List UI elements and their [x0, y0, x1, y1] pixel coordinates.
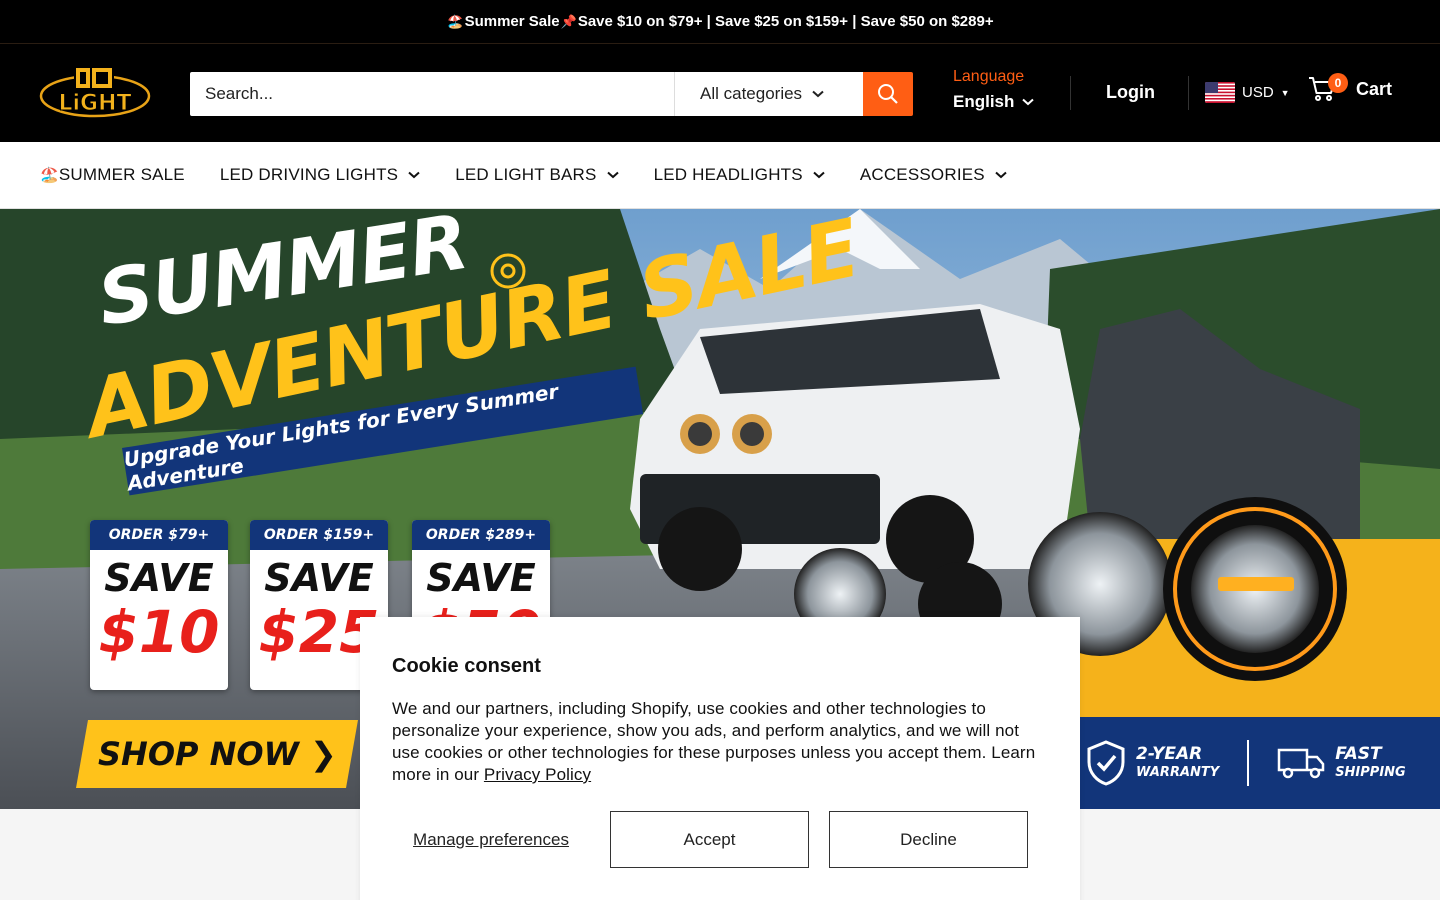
- announcement-text-2: Save $10 on $79+ | Save $25 on $159+ | S…: [577, 13, 994, 30]
- language-value: English: [953, 92, 1015, 111]
- pushpin-icon: 📌: [560, 13, 577, 29]
- warranty-badge: 2-YEAR WARRANTY: [1086, 740, 1219, 786]
- chevron-down-icon: [408, 171, 420, 179]
- svg-text:LiGHT: LiGHT: [58, 91, 131, 116]
- nav-item-summer-sale[interactable]: 🏖️ SUMMER SALE: [40, 165, 185, 185]
- search-bar: All categories: [190, 72, 913, 116]
- site-header: LiGHT All categories Language English Lo…: [0, 44, 1440, 142]
- shop-now-button[interactable]: SHOP NOW ❯: [76, 720, 358, 788]
- offer-save-label: SAVE: [264, 556, 374, 600]
- nav-item-led-driving-lights[interactable]: LED DRIVING LIGHTS: [220, 165, 420, 185]
- shop-now-label: SHOP NOW: [97, 735, 299, 773]
- truck-icon: [1277, 748, 1325, 779]
- badge-line-2: WARRANTY: [1136, 765, 1220, 780]
- offer-save-label: SAVE: [104, 556, 214, 600]
- shipping-badge: FAST SHIPPING: [1277, 745, 1406, 781]
- nav-item-label: ACCESSORIES: [859, 165, 985, 184]
- caret-down-icon: ▼: [1280, 87, 1290, 98]
- category-select-label: All categories: [700, 84, 803, 103]
- cookie-title: Cookie consent: [392, 655, 541, 677]
- offer-card: ORDER $79+ SAVE $10: [90, 520, 228, 690]
- chevron-down-icon: [813, 171, 825, 179]
- badge-line-1: 2-YEAR: [1136, 744, 1203, 764]
- offer-save-label: SAVE: [426, 556, 536, 600]
- category-select[interactable]: All categories: [674, 72, 863, 116]
- cookie-body: We and our partners, including Shopify, …: [392, 698, 1042, 786]
- offer-amount: $10: [98, 598, 220, 666]
- search-button[interactable]: [863, 72, 913, 116]
- trust-badges: 2-YEAR WARRANTY FAST SHIPPING: [1080, 717, 1440, 809]
- offer-threshold: ORDER $159+: [250, 520, 388, 550]
- main-navigation: 🏖️ SUMMER SALE LED DRIVING LIGHTS LED LI…: [0, 142, 1440, 209]
- beach-umbrella-icon: 🏖️: [447, 13, 464, 29]
- us-flag-icon: [1205, 82, 1235, 103]
- divider: [1188, 76, 1189, 110]
- chevron-down-icon: [1022, 98, 1035, 106]
- badge-line-1: FAST: [1335, 744, 1382, 764]
- chevron-down-icon: [812, 90, 824, 98]
- decline-button[interactable]: Decline: [829, 811, 1028, 868]
- announcement-text-1: Summer Sale: [464, 13, 560, 30]
- divider: [1070, 76, 1071, 110]
- cart-count-badge: 0: [1328, 73, 1348, 93]
- site-logo[interactable]: LiGHT: [38, 66, 152, 122]
- currency-value: USD: [1242, 84, 1274, 101]
- offer-threshold: ORDER $289+: [412, 520, 550, 550]
- search-icon: [878, 84, 898, 104]
- shield-check-icon: [1087, 740, 1125, 786]
- nav-item-label: LED HEADLIGHTS: [653, 165, 803, 184]
- language-selector[interactable]: Language English: [953, 68, 1035, 112]
- cart-link[interactable]: 0 Cart: [1308, 73, 1393, 102]
- nav-item-label: SUMMER SALE: [58, 165, 185, 184]
- nav-item-accessories[interactable]: ACCESSORIES: [860, 165, 1007, 185]
- nav-item-label: LED LIGHT BARS: [455, 165, 597, 184]
- badge-line-2: SHIPPING: [1335, 765, 1406, 780]
- accept-button[interactable]: Accept: [610, 811, 809, 868]
- chevron-down-icon: [995, 171, 1007, 179]
- manage-preferences-link[interactable]: Manage preferences: [392, 829, 590, 850]
- cart-label: Cart: [1356, 78, 1393, 99]
- language-label: Language: [953, 68, 1025, 85]
- divider: [1247, 740, 1250, 786]
- login-link[interactable]: Login: [1106, 82, 1155, 103]
- chevron-down-icon: [606, 171, 619, 179]
- search-input[interactable]: [190, 72, 674, 116]
- privacy-policy-link[interactable]: Privacy Policy: [484, 765, 591, 784]
- nav-item-led-headlights[interactable]: LED HEADLIGHTS: [654, 165, 825, 185]
- nav-item-label: LED DRIVING LIGHTS: [219, 165, 399, 184]
- offer-threshold: ORDER $79+: [90, 520, 228, 550]
- nav-item-led-light-bars[interactable]: LED LIGHT BARS: [455, 165, 619, 185]
- beach-umbrella-icon: 🏖️: [40, 167, 59, 184]
- cookie-actions: Manage preferences Accept Decline: [392, 811, 1028, 868]
- currency-selector[interactable]: USD ▼: [1205, 82, 1290, 103]
- announcement-bar: 🏖️ Summer Sale 📌 Save $10 on $79+ | Save…: [0, 0, 1440, 44]
- cookie-consent-dialog: Cookie consent We and our partners, incl…: [360, 617, 1080, 900]
